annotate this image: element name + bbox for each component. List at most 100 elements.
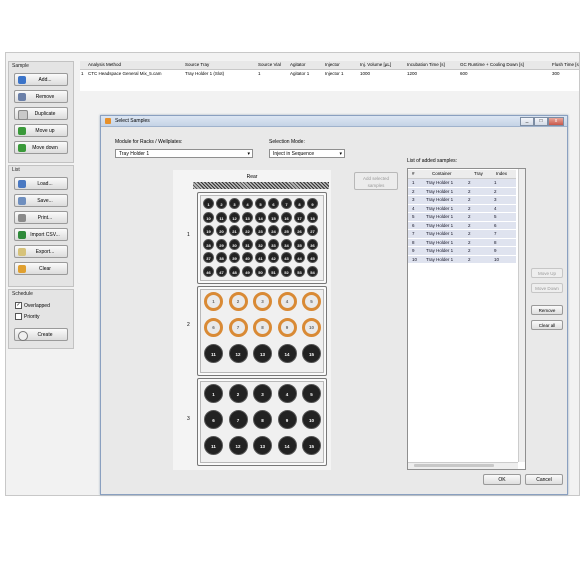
vial-slot[interactable]: 12 — [228, 344, 248, 363]
add-selected-samples-button[interactable]: Add selected samples — [354, 172, 398, 190]
vial-slot[interactable]: 26 — [294, 225, 305, 236]
create-schedule-button[interactable]: Create — [14, 328, 68, 341]
scrollbar-thumb[interactable] — [414, 464, 494, 467]
load-list-button[interactable]: Load... — [14, 177, 68, 190]
vial-slot[interactable]: 48 — [229, 265, 240, 277]
vial-slot[interactable]: 47 — [216, 265, 227, 277]
vial-slot[interactable]: 5 — [255, 198, 266, 209]
clear-all-button[interactable]: Clear all — [531, 320, 563, 330]
vial-slot[interactable]: 10 — [203, 211, 214, 223]
overlapped-checkbox[interactable]: ✓ Overlapped — [15, 302, 50, 309]
vial-slot[interactable]: 1 — [204, 292, 223, 311]
vial-slot[interactable]: 13 — [242, 211, 253, 223]
dialog-title-bar[interactable]: Select Samples _ □ x — [101, 116, 567, 127]
vial-slot[interactable]: 31 — [242, 238, 253, 250]
vial-slot[interactable]: 3 — [253, 292, 272, 311]
vial-slot[interactable]: 11 — [204, 436, 223, 455]
vial-slot[interactable]: 1 — [204, 384, 223, 403]
vial-slot[interactable]: 3 — [253, 384, 272, 403]
vertical-scrollbar[interactable] — [518, 169, 525, 462]
remove-sample-button[interactable]: Remove — [14, 90, 68, 103]
save-list-button[interactable]: Save... — [14, 194, 68, 207]
vial-slot[interactable]: 39 — [229, 252, 240, 263]
vial-slot[interactable]: 16 — [281, 211, 292, 223]
list-item[interactable]: 5 Tray Holder 1 2 5 — [408, 213, 516, 222]
move-up-button[interactable]: Move up — [14, 124, 68, 137]
list-item[interactable]: 4 Tray Holder 1 2 4 — [408, 204, 516, 213]
vial-slot[interactable]: 3 — [229, 198, 240, 209]
vial-slot[interactable]: 54 — [307, 265, 318, 277]
vial-slot[interactable]: 52 — [281, 265, 292, 277]
vial-slot[interactable]: 21 — [229, 225, 240, 236]
vial-slot[interactable]: 23 — [255, 225, 266, 236]
vial-slot[interactable]: 4 — [277, 292, 297, 311]
vial-slot[interactable]: 1 — [203, 198, 214, 209]
vial-slot[interactable]: 5 — [302, 384, 321, 403]
ok-button[interactable]: OK — [483, 474, 521, 485]
list-item[interactable]: 10 Tray Holder 1 2 10 — [408, 255, 516, 264]
vial-slot[interactable]: 49 — [242, 265, 253, 277]
vial-slot[interactable]: 6 — [268, 198, 279, 209]
vial-slot[interactable]: 4 — [242, 198, 253, 209]
vial-slot[interactable]: 14 — [277, 344, 297, 363]
vial-slot[interactable]: 12 — [229, 211, 240, 223]
module-dropdown[interactable]: Tray Holder 1 ▾ — [115, 149, 253, 158]
vial-slot[interactable]: 36 — [307, 238, 318, 250]
vial-slot[interactable]: 30 — [229, 238, 240, 250]
maximize-button[interactable]: □ — [534, 117, 548, 126]
vial-slot[interactable]: 22 — [242, 225, 253, 236]
vial-slot[interactable]: 15 — [268, 211, 279, 223]
vial-slot[interactable]: 14 — [277, 436, 297, 455]
list-item[interactable]: 9 Tray Holder 1 2 9 — [408, 247, 516, 256]
list-item[interactable]: 3 Tray Holder 1 2 3 — [408, 196, 516, 205]
vial-slot[interactable]: 9 — [277, 318, 297, 337]
vial-slot[interactable]: 7 — [228, 410, 248, 429]
clear-list-button[interactable]: Clear — [14, 262, 68, 275]
vial-slot[interactable]: 43 — [281, 252, 292, 263]
export-list-button[interactable]: Export... — [14, 245, 68, 258]
vial-slot[interactable]: 29 — [216, 238, 227, 250]
vial-slot[interactable]: 24 — [268, 225, 279, 236]
remove-list-button[interactable]: Remove — [531, 305, 563, 315]
vial-slot[interactable]: 19 — [203, 225, 214, 236]
vial-slot[interactable]: 51 — [268, 265, 279, 277]
vial-slot[interactable]: 32 — [255, 238, 266, 250]
import-csv-button[interactable]: Import CSV... — [14, 228, 68, 241]
vial-slot[interactable]: 34 — [281, 238, 292, 250]
vial-slot[interactable]: 10 — [302, 410, 321, 429]
list-item[interactable]: 2 Tray Holder 1 2 2 — [408, 187, 516, 196]
vial-slot[interactable]: 2 — [216, 198, 227, 209]
vial-slot[interactable]: 5 — [302, 292, 321, 311]
vial-slot[interactable]: 15 — [302, 436, 321, 455]
vial-slot[interactable]: 37 — [203, 252, 214, 263]
selection-mode-dropdown[interactable]: Inject in Sequence ▾ — [269, 149, 345, 158]
vial-slot[interactable]: 33 — [268, 238, 279, 250]
vial-slot[interactable]: 8 — [294, 198, 305, 209]
vial-slot[interactable]: 11 — [216, 211, 227, 223]
add-sample-button[interactable]: Add... — [14, 73, 68, 86]
cancel-button[interactable]: Cancel — [525, 474, 563, 485]
vial-slot[interactable]: 41 — [255, 252, 266, 263]
vial-slot[interactable]: 2 — [228, 292, 248, 311]
minimize-button[interactable]: _ — [520, 117, 534, 126]
print-list-button[interactable]: Print... — [14, 211, 68, 224]
vial-slot[interactable]: 45 — [307, 252, 318, 263]
vial-slot[interactable]: 40 — [242, 252, 253, 263]
vial-slot[interactable]: 25 — [281, 225, 292, 236]
move-down-list-button[interactable]: Move Down — [531, 283, 563, 293]
move-up-list-button[interactable]: Move Up — [531, 268, 563, 278]
vial-slot[interactable]: 9 — [307, 198, 318, 209]
vial-slot[interactable]: 8 — [253, 318, 272, 337]
vial-slot[interactable]: 50 — [255, 265, 266, 277]
vial-slot[interactable]: 15 — [302, 344, 321, 363]
vial-slot[interactable]: 13 — [253, 344, 272, 363]
duplicate-sample-button[interactable]: Duplicate — [14, 107, 68, 120]
list-item[interactable]: 7 Tray Holder 1 2 7 — [408, 230, 516, 239]
vial-slot[interactable]: 11 — [204, 344, 223, 363]
vial-slot[interactable]: 53 — [294, 265, 305, 277]
vial-slot[interactable]: 9 — [277, 410, 297, 429]
list-item[interactable]: 8 Tray Holder 1 2 8 — [408, 238, 516, 247]
vial-slot[interactable]: 6 — [204, 410, 223, 429]
vial-slot[interactable]: 17 — [294, 211, 305, 223]
vial-slot[interactable]: 8 — [253, 410, 272, 429]
